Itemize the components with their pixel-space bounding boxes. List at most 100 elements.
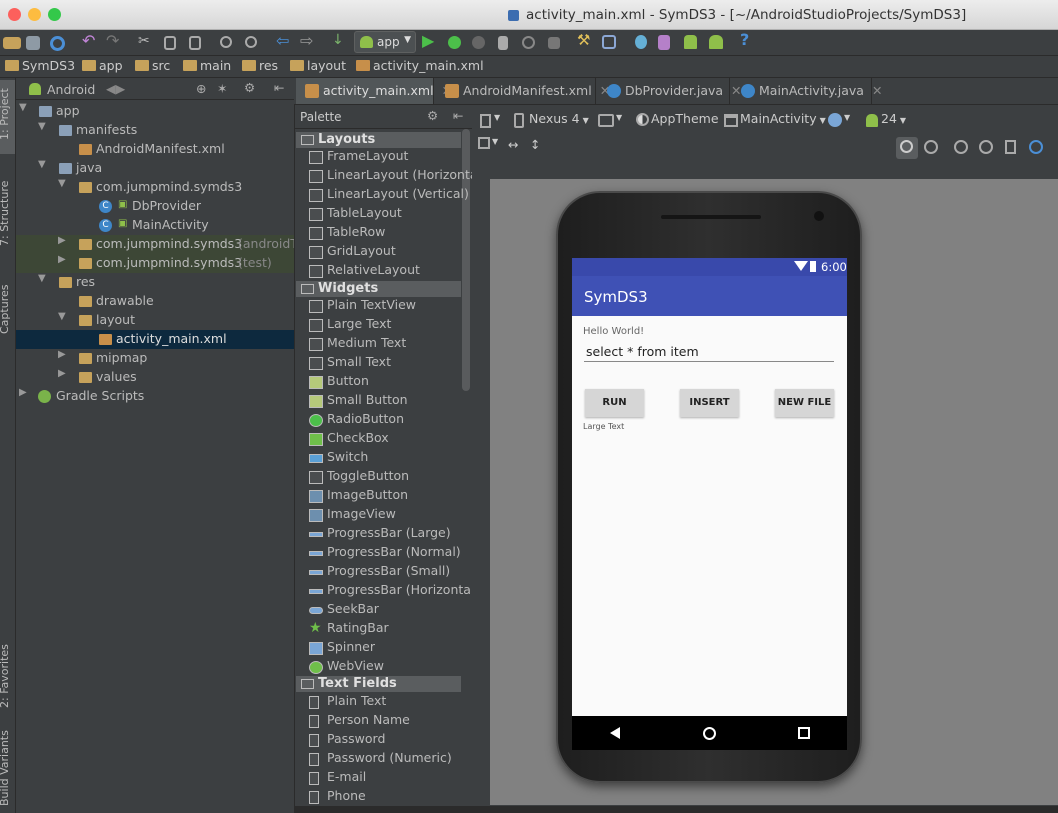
- activity-dropdown[interactable]: MainActivity ▼: [722, 111, 826, 131]
- recents-nav-icon[interactable]: [798, 727, 810, 739]
- palette-item[interactable]: ImageButton: [307, 487, 408, 506]
- palette-item[interactable]: Person Name: [307, 712, 410, 731]
- tree-item-manifests[interactable]: ▼ manifests: [16, 121, 294, 140]
- cut-icon[interactable]: ✂: [138, 33, 156, 51]
- android-sdk-icon[interactable]: [709, 35, 723, 49]
- collapse-all-icon[interactable]: ✶: [217, 81, 227, 96]
- query-edittext[interactable]: select * from item: [584, 342, 834, 362]
- hide-panel-icon[interactable]: ⇤: [453, 108, 463, 123]
- palette-item[interactable]: RelativeLayout: [307, 262, 420, 281]
- tree-item-mipmap[interactable]: ▶ mipmap: [16, 349, 294, 368]
- hello-textview[interactable]: Hello World!: [583, 326, 644, 337]
- orientation-dropdown[interactable]: ▼: [596, 111, 624, 131]
- expand-horizontal-icon[interactable]: ↔: [508, 137, 522, 157]
- find-icon[interactable]: [220, 36, 232, 48]
- palette-item[interactable]: TableRow: [307, 224, 385, 243]
- palette-item[interactable]: TableLayout: [307, 205, 402, 224]
- refresh-icon[interactable]: [1029, 140, 1043, 154]
- palette-item[interactable]: FrameLayout: [307, 148, 408, 167]
- project-structure-icon[interactable]: ⚒: [577, 31, 595, 49]
- expand-vertical-icon[interactable]: ↕: [530, 137, 544, 157]
- palette-item[interactable]: LinearLayout (Vertical): [307, 186, 469, 205]
- palette-item[interactable]: Plain TextView: [307, 297, 416, 316]
- tree-item-res[interactable]: ▼ res: [16, 273, 294, 292]
- locale-dropdown[interactable]: ▼: [826, 111, 854, 131]
- home-nav-icon[interactable]: [703, 727, 716, 740]
- undo-icon[interactable]: ↶: [82, 31, 100, 50]
- hide-panel-icon[interactable]: ⇤: [274, 80, 284, 95]
- stop-icon[interactable]: [548, 37, 560, 49]
- tool-tab-favorites[interactable]: 2: Favorites: [0, 644, 11, 708]
- run-icon[interactable]: ▶: [422, 31, 440, 50]
- device-monitor-icon[interactable]: [658, 35, 670, 50]
- tree-item-package-main[interactable]: ▼ com.jumpmind.symds3: [16, 178, 294, 197]
- palette-item[interactable]: CheckBox: [307, 430, 389, 449]
- palette-group-text-fields[interactable]: Text Fields: [296, 676, 461, 692]
- tree-item-app[interactable]: ▼ app: [16, 102, 294, 121]
- palette-item[interactable]: ProgressBar (Small): [307, 563, 450, 582]
- breadcrumb-src[interactable]: src: [135, 58, 170, 76]
- api-level-dropdown[interactable]: 24 ▼: [864, 111, 906, 131]
- breadcrumb-app[interactable]: app: [82, 58, 123, 76]
- palette-item[interactable]: Phone: [307, 788, 366, 807]
- palette-item[interactable]: Small Button: [307, 392, 408, 411]
- tree-item-gradle-scripts[interactable]: ▶ Gradle Scripts: [16, 387, 294, 406]
- palette-item[interactable]: LinearLayout (Horizonta: [307, 167, 478, 186]
- help-icon[interactable]: ?: [740, 30, 758, 49]
- minimize-window-button[interactable]: [28, 8, 41, 21]
- gear-icon[interactable]: ⚙: [244, 80, 255, 95]
- device-dropdown[interactable]: Nexus 4 ▼: [512, 111, 589, 131]
- forward-icon[interactable]: ⇨: [300, 31, 318, 50]
- zoom-fit-icon[interactable]: [924, 140, 938, 154]
- make-project-icon[interactable]: ↓: [332, 32, 350, 50]
- run-button[interactable]: RUN: [585, 389, 644, 417]
- tool-tab-structure[interactable]: 7: Structure: [0, 181, 11, 246]
- tree-item-package-androidtest[interactable]: ▶ com.jumpmind.symds3 (androidT: [16, 235, 298, 254]
- back-nav-icon[interactable]: [610, 727, 620, 739]
- palette-item[interactable]: GridLayout: [307, 243, 396, 262]
- sdk-manager-icon[interactable]: [602, 35, 616, 49]
- palette-group-layouts[interactable]: Layouts: [296, 132, 461, 148]
- layout-preview-area[interactable]: 6:00 SymDS3 Hello World! select * from i…: [490, 179, 1058, 805]
- new-file-button[interactable]: NEW FILE: [775, 389, 834, 417]
- palette-item[interactable]: E-mail: [307, 769, 366, 788]
- screenshot-icon[interactable]: [1005, 140, 1016, 154]
- zoom-to-fit-screen-icon[interactable]: ▼: [478, 137, 500, 157]
- palette-item[interactable]: ProgressBar (Normal): [307, 544, 461, 563]
- breadcrumb-layout[interactable]: layout: [290, 58, 346, 76]
- tree-item-java[interactable]: ▼ java: [16, 159, 294, 178]
- close-window-button[interactable]: [8, 8, 21, 21]
- tree-item-drawable[interactable]: drawable: [16, 292, 294, 311]
- palette-item[interactable]: RadioButton: [307, 411, 404, 430]
- palette-item[interactable]: Password: [307, 731, 385, 750]
- tree-item-layout[interactable]: ▼ layout: [16, 311, 294, 330]
- tab-mainactivity[interactable]: MainActivity.java ✕: [732, 78, 882, 104]
- palette-item[interactable]: ToggleButton: [307, 468, 409, 487]
- palette-item[interactable]: Password (Numeric): [307, 750, 452, 769]
- attach-debugger-icon[interactable]: [472, 36, 485, 49]
- avd-manager-icon[interactable]: [635, 35, 647, 49]
- debug-icon[interactable]: [448, 36, 461, 49]
- gear-icon[interactable]: ⚙: [427, 108, 438, 123]
- zoom-out-icon[interactable]: [979, 140, 993, 154]
- palette-item[interactable]: ProgressBar (Horizonta: [307, 582, 471, 601]
- horizontal-scrollbar[interactable]: [294, 806, 1058, 813]
- tree-item-activity-main[interactable]: activity_main.xml: [16, 330, 294, 349]
- palette-item[interactable]: SeekBar: [307, 601, 379, 620]
- view-toggle-icon[interactable]: ◀▶: [106, 81, 125, 96]
- breadcrumb-symds3[interactable]: SymDS3: [5, 58, 75, 76]
- paste-icon[interactable]: [189, 36, 201, 50]
- tool-tab-build-variants[interactable]: Build Variants: [0, 730, 11, 806]
- palette-group-widgets[interactable]: Widgets: [296, 281, 461, 297]
- back-icon[interactable]: ⇦: [276, 31, 294, 50]
- tree-item-android-manifest[interactable]: AndroidManifest.xml: [16, 140, 294, 159]
- run-config-dropdown[interactable]: app ▼: [354, 31, 416, 53]
- design-options-dropdown[interactable]: ▼: [478, 111, 504, 131]
- palette-item[interactable]: Button: [307, 373, 369, 392]
- tab-activity-main[interactable]: activity_main.xml✕: [296, 78, 452, 104]
- palette-item[interactable]: Plain Text: [307, 693, 386, 712]
- tree-item-package-test[interactable]: ▶ com.jumpmind.symds3 (test): [16, 254, 294, 273]
- palette-item[interactable]: Switch: [307, 449, 368, 468]
- sync-icon[interactable]: [50, 36, 65, 51]
- redo-icon[interactable]: ↷: [106, 31, 124, 50]
